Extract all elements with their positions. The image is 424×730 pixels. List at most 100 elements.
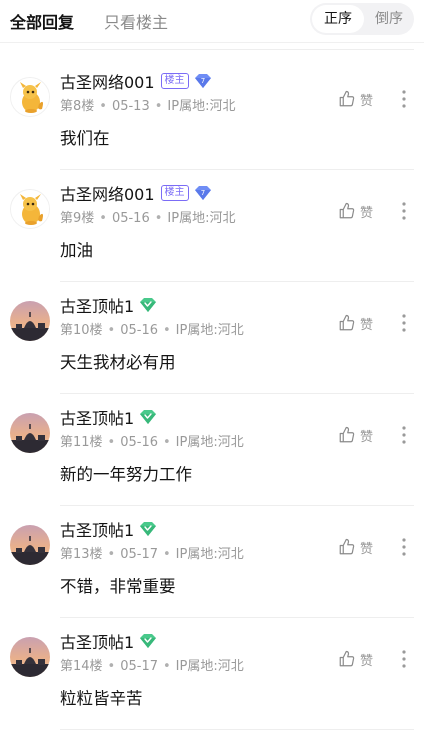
username[interactable]: 古圣顶帖1 [60, 517, 134, 541]
blue-gem-icon: 7 [194, 185, 212, 201]
name-line: 古圣网络001 楼主 7 [60, 182, 212, 204]
reply-content[interactable]: 不错，非常重要 [60, 573, 176, 597]
username[interactable]: 古圣顶帖1 [60, 405, 134, 429]
name-line: 古圣顶帖1 [60, 518, 157, 540]
level-number: 7 [200, 77, 204, 85]
floor-number: 第8楼 [60, 99, 95, 114]
user-avatar[interactable] [10, 637, 50, 677]
user-avatar[interactable] [10, 525, 50, 565]
reply-item: 古圣顶帖1 第11楼 • 05-16 • IP属地:河北 新的一年努力工作 赞 [0, 394, 424, 506]
post-meta: 第9楼 • 05-16 • IP属地:河北 [60, 207, 235, 226]
like-button[interactable]: 赞 [338, 201, 373, 221]
name-line: 古圣顶帖1 [60, 630, 157, 652]
meta-separator: • [107, 659, 116, 674]
meta-separator: • [163, 547, 171, 562]
post-date: 05-16 [120, 323, 158, 338]
meta-separator: • [99, 99, 107, 114]
more-vertical-icon [397, 312, 411, 334]
username[interactable]: 古圣网络001 [60, 69, 155, 93]
post-meta: 第14楼 • 05-17 • IP属地:河北 [60, 655, 244, 674]
like-button[interactable]: 赞 [338, 537, 373, 557]
green-gem-icon [139, 633, 157, 649]
like-label: 赞 [360, 205, 374, 221]
host-badge: 楼主 [160, 73, 189, 89]
user-avatar[interactable] [10, 77, 50, 117]
reply-content[interactable]: 天生我材必有用 [60, 349, 176, 373]
more-vertical-icon [397, 424, 411, 446]
green-gem-icon [139, 297, 157, 313]
username[interactable]: 古圣顶帖1 [60, 293, 134, 317]
name-line: 古圣顶帖1 [60, 294, 157, 316]
name-line: 古圣网络001 楼主 7 [60, 70, 212, 92]
reply-content[interactable]: 新的一年努力工作 [60, 461, 192, 485]
ip-location: IP属地:河北 [175, 659, 244, 674]
post-meta: 第10楼 • 05-16 • IP属地:河北 [60, 319, 244, 338]
like-button[interactable]: 赞 [338, 89, 373, 109]
sort-desc-button[interactable]: 倒序 [364, 5, 414, 33]
sort-asc-button[interactable]: 正序 [312, 5, 364, 33]
reply-item: 古圣网络001 楼主 7 第9楼 • 05-16 • IP属地:河北 加油 赞 [0, 170, 424, 282]
tab-host-only[interactable]: 只看楼主 [104, 9, 168, 33]
floor-number: 第13楼 [60, 547, 103, 562]
thumbs-up-icon [338, 90, 356, 108]
user-avatar[interactable] [10, 413, 50, 453]
username[interactable]: 古圣网络001 [60, 181, 155, 205]
like-button[interactable]: 赞 [338, 649, 373, 669]
username[interactable]: 古圣顶帖1 [60, 629, 134, 653]
like-button[interactable]: 赞 [338, 313, 373, 333]
like-label: 赞 [360, 93, 374, 109]
level-number: 7 [200, 189, 204, 197]
ip-location: IP属地:河北 [175, 323, 244, 338]
host-badge: 楼主 [160, 185, 189, 201]
more-vertical-icon [397, 88, 411, 110]
user-avatar[interactable] [10, 189, 50, 229]
reply-content[interactable]: 加油 [60, 237, 93, 261]
reply-item: 古圣顶帖1 第14楼 • 05-17 • IP属地:河北 粒粒皆辛苦 赞 [0, 618, 424, 730]
reply-item: 古圣顶帖1 第13楼 • 05-17 • IP属地:河北 不错，非常重要 赞 [0, 506, 424, 618]
floor-number: 第10楼 [60, 323, 103, 338]
like-label: 赞 [360, 429, 374, 445]
post-date: 05-17 [120, 659, 158, 674]
meta-separator: • [163, 659, 171, 674]
thumbs-up-icon [338, 202, 356, 220]
post-date: 05-13 [111, 99, 150, 114]
more-options-button[interactable] [397, 88, 411, 110]
meta-separator: • [107, 323, 116, 338]
thumbs-up-icon [338, 538, 356, 556]
name-line: 古圣顶帖1 [60, 406, 157, 428]
more-vertical-icon [397, 536, 411, 558]
thumbs-up-icon [338, 314, 356, 332]
meta-separator: • [107, 547, 116, 562]
sort-toggle: 正序 倒序 [310, 3, 414, 35]
thumbs-up-icon [338, 650, 356, 668]
more-options-button[interactable] [397, 648, 411, 670]
post-date: 05-17 [120, 547, 158, 562]
tab-all-replies[interactable]: 全部回复 [10, 9, 74, 33]
meta-separator: • [99, 211, 107, 226]
like-button[interactable]: 赞 [338, 425, 373, 445]
green-gem-icon [139, 521, 157, 537]
more-options-button[interactable] [397, 536, 411, 558]
divider [60, 49, 414, 50]
reply-header: 全部回复 只看楼主 正序 倒序 [0, 0, 424, 43]
floor-number: 第9楼 [60, 211, 95, 226]
reply-content[interactable]: 我们在 [60, 125, 110, 149]
meta-separator: • [154, 211, 163, 226]
reply-item: 古圣顶帖1 第10楼 • 05-16 • IP属地:河北 天生我材必有用 赞 [0, 282, 424, 394]
like-label: 赞 [360, 653, 374, 669]
reply-content[interactable]: 粒粒皆辛苦 [60, 685, 143, 709]
green-gem-icon [139, 409, 157, 425]
ip-location: IP属地:河北 [175, 435, 244, 450]
user-avatar[interactable] [10, 301, 50, 341]
meta-separator: • [163, 323, 171, 338]
ip-location: IP属地:河北 [175, 547, 244, 562]
floor-number: 第14楼 [60, 659, 103, 674]
more-options-button[interactable] [397, 312, 411, 334]
blue-gem-icon: 7 [194, 73, 212, 89]
post-date: 05-16 [111, 211, 150, 226]
meta-separator: • [154, 99, 163, 114]
post-meta: 第13楼 • 05-17 • IP属地:河北 [60, 543, 244, 562]
more-options-button[interactable] [397, 200, 411, 222]
more-options-button[interactable] [397, 424, 411, 446]
meta-separator: • [163, 435, 171, 450]
